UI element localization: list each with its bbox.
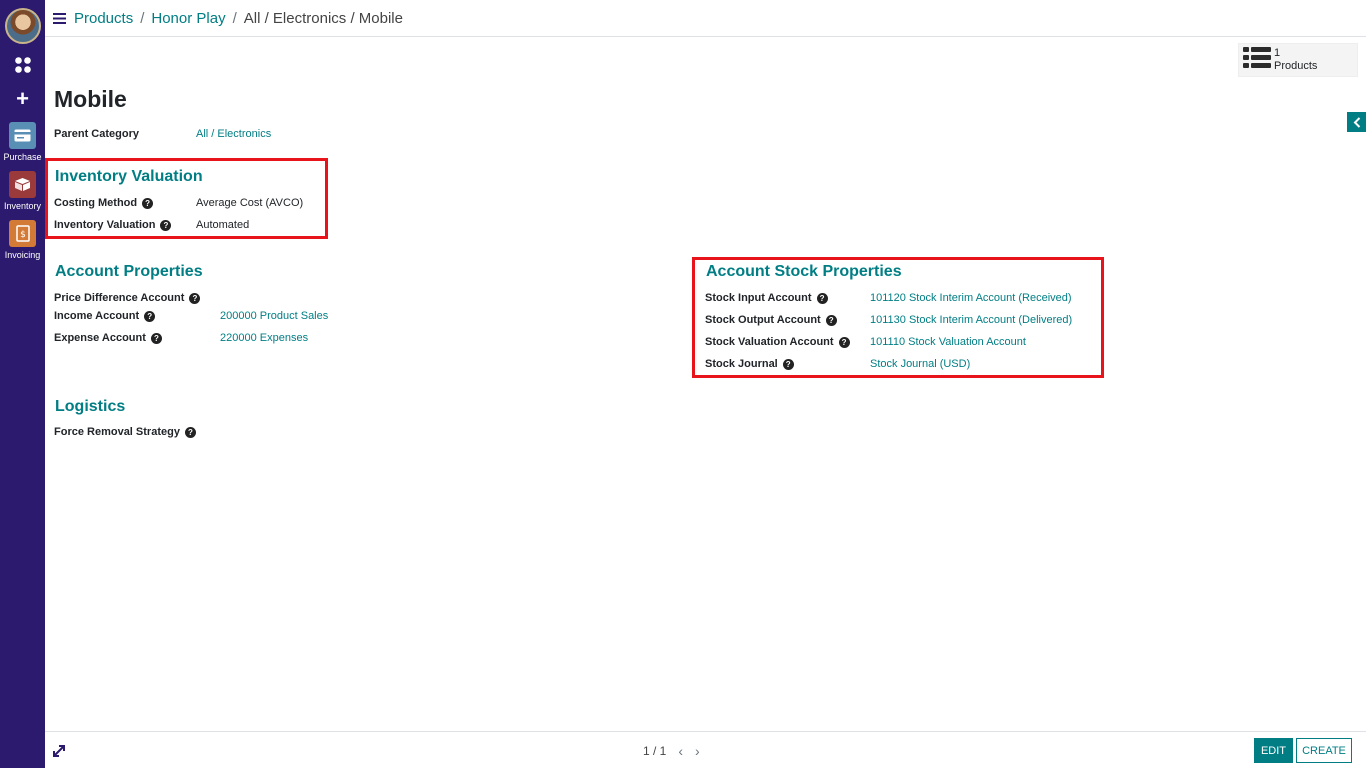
help-icon[interactable]: ?	[782, 358, 794, 370]
field-label: Price Difference Account?	[54, 292, 201, 304]
field-label: Expense Account?	[54, 332, 162, 344]
parent-category-link[interactable]: All / Electronics	[196, 128, 271, 140]
app-invoicing[interactable]: $ Invoicing	[0, 220, 45, 260]
inventory-box-icon	[9, 171, 36, 198]
invoice-dollar-icon: $	[9, 220, 36, 247]
costing-method-row: Costing Method?	[54, 197, 154, 209]
breadcrumb-current: All / Electronics / Mobile	[243, 9, 403, 27]
expense-account-link[interactable]: 220000 Expenses	[220, 332, 308, 344]
field-label: Stock Valuation Account?	[705, 336, 850, 348]
apps-grid-icon[interactable]	[0, 56, 45, 76]
breadcrumb-separator: /	[232, 9, 237, 27]
stock-valuation-account-link[interactable]: 101110 Stock Valuation Account	[870, 336, 1026, 348]
app-sidebar: + Purchase Inventory $ Invoicing	[0, 0, 45, 768]
products-smart-button[interactable]: 1 Products	[1238, 43, 1358, 77]
help-icon[interactable]: ?	[150, 332, 162, 344]
app-label: Inventory	[3, 201, 42, 211]
expand-icon[interactable]	[52, 744, 66, 763]
force-removal-row: Force Removal Strategy?	[54, 426, 196, 438]
app-label: Invoicing	[4, 250, 41, 260]
stock-input-account-link[interactable]: 101120 Stock Interim Account (Received)	[870, 292, 1072, 304]
list-icon	[1243, 46, 1271, 74]
field-label: Stock Output Account?	[705, 314, 837, 326]
help-icon[interactable]: ?	[184, 426, 196, 438]
breadcrumb: Products / Honor Play / All / Electronic…	[45, 0, 1366, 37]
chevron-right-icon[interactable]: ›	[695, 743, 700, 759]
field-label: Costing Method?	[54, 197, 154, 209]
page-title: Mobile	[54, 86, 127, 112]
help-icon[interactable]: ?	[816, 292, 828, 304]
field-label: Stock Input Account?	[705, 292, 828, 304]
product-count-label: Products	[1274, 60, 1318, 72]
stock-input-row: Stock Input Account?	[705, 292, 828, 304]
app-label: Purchase	[3, 152, 42, 162]
inventory-valuation-title: Inventory Valuation	[55, 168, 203, 185]
stock-output-account-link[interactable]: 101130 Stock Interim Account (Delivered)	[870, 314, 1072, 326]
field-label: Force Removal Strategy?	[54, 426, 196, 438]
breadcrumb-separator: /	[140, 9, 145, 27]
stock-valuation-row: Stock Valuation Account?	[705, 336, 850, 348]
hamburger-menu-icon[interactable]	[53, 12, 66, 24]
inventory-valuation-value: Automated	[196, 219, 250, 231]
breadcrumb-honor-play-link[interactable]: Honor Play	[151, 10, 225, 27]
create-button[interactable]: CREATE	[1296, 738, 1352, 763]
stock-output-row: Stock Output Account?	[705, 314, 837, 326]
bottom-control-panel: 1 / 1 ‹ › EDIT CREATE	[45, 731, 1366, 768]
help-icon[interactable]: ?	[189, 292, 201, 304]
product-count: 1	[1274, 47, 1281, 59]
user-avatar[interactable]	[5, 8, 41, 44]
help-icon[interactable]: ?	[142, 197, 154, 209]
smart-button-text: 1 Products	[1274, 47, 1317, 73]
expense-account-row: Expense Account?	[54, 332, 162, 344]
chevron-left-icon[interactable]: ‹	[678, 743, 683, 759]
pager: 1 / 1 ‹ ›	[643, 743, 700, 759]
app-inventory[interactable]: Inventory	[0, 171, 45, 211]
plus-icon[interactable]: +	[0, 88, 45, 110]
field-label: Income Account?	[54, 310, 156, 322]
app-purchase[interactable]: Purchase	[0, 122, 45, 162]
income-account-link[interactable]: 200000 Product Sales	[220, 310, 328, 322]
income-account-row: Income Account?	[54, 310, 156, 322]
field-label: Stock Journal?	[705, 358, 794, 370]
svg-text:$: $	[20, 230, 26, 240]
inventory-valuation-row: Inventory Valuation?	[54, 219, 172, 231]
chevron-left-icon[interactable]	[1347, 112, 1366, 132]
parent-category-row: Parent Category	[54, 128, 139, 140]
logistics-title: Logistics	[55, 398, 126, 415]
costing-method-value: Average Cost (AVCO)	[196, 197, 304, 209]
help-icon[interactable]: ?	[838, 336, 850, 348]
field-label: Inventory Valuation?	[54, 219, 172, 231]
stock-journal-row: Stock Journal?	[705, 358, 794, 370]
breadcrumb-products-link[interactable]: Products	[74, 10, 133, 27]
account-properties-title: Account Properties	[55, 263, 203, 280]
help-icon[interactable]: ?	[825, 314, 837, 326]
help-icon[interactable]: ?	[144, 310, 156, 322]
edit-button[interactable]: EDIT	[1254, 738, 1293, 763]
help-icon[interactable]: ?	[160, 219, 172, 231]
stock-journal-link[interactable]: Stock Journal (USD)	[870, 358, 970, 370]
pager-value[interactable]: 1 / 1	[643, 744, 666, 758]
parent-category-label: Parent Category	[54, 128, 139, 140]
price-difference-row: Price Difference Account?	[54, 292, 201, 304]
purchase-card-icon	[9, 122, 36, 149]
account-stock-properties-title: Account Stock Properties	[706, 263, 902, 280]
